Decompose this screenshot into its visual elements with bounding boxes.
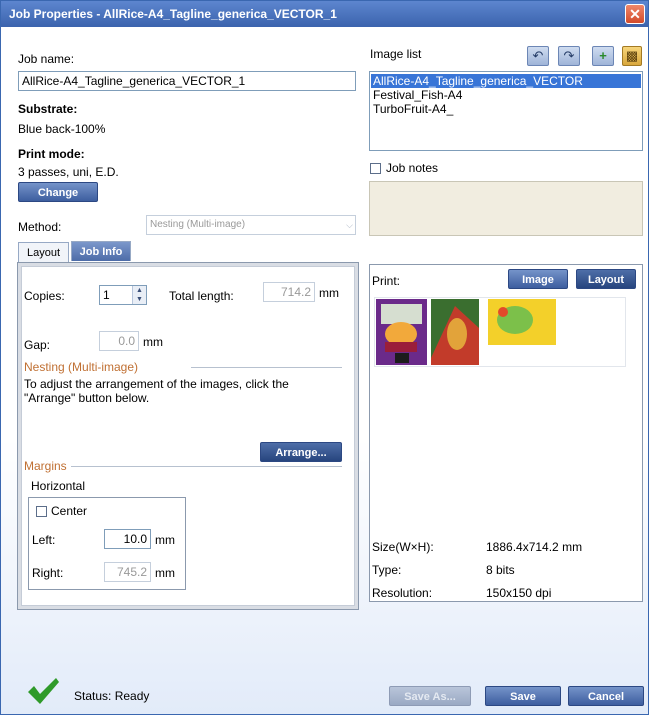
chevron-down-icon: ⌵ [346,220,353,230]
nesting-heading: Nesting (Multi-image) [24,360,139,374]
checkmark-icon [28,678,59,704]
print-mode-value: 3 passes, uni, E.D. [18,165,119,179]
left-margin-unit: mm [155,533,175,547]
image-list[interactable]: AllRice-A4_Tagline_generica_VECTOR Festi… [369,71,643,151]
method-label: Method: [18,220,62,234]
margins-divider [71,466,342,467]
size-value: 1886.4x714.2 mm [486,540,583,554]
job-notes-checkbox[interactable] [370,163,381,174]
margins-heading: Margins [24,459,67,473]
layout-view-button[interactable]: Layout [576,269,636,289]
nested-images-preview [376,299,624,365]
method-select-value: Nesting (Multi-image) [150,219,246,230]
center-label: Center [51,504,88,518]
job-name-input[interactable]: AllRice-A4_Tagline_generica_VECTOR_1 [18,71,356,91]
horizontal-label: Horizontal [31,479,86,493]
center-checkbox[interactable] [36,506,47,517]
image-list-label: Image list [370,47,422,61]
image-view-button[interactable]: Image [508,269,568,289]
layout-preview [374,297,626,367]
total-length-label: Total length: [169,289,234,303]
save-button[interactable]: Save [485,686,561,706]
title-bar: Job Properties - AllRice-A4_Tagline_gene… [1,1,648,27]
gap-field: 0.0 [99,331,139,351]
print-mode-label: Print mode: [18,147,85,161]
job-properties-window: Job Properties - AllRice-A4_Tagline_gene… [0,0,649,715]
redo-icon[interactable]: ↷ [558,46,580,66]
resolution-value: 150x150 dpi [486,586,552,600]
list-item[interactable]: TurboFruit-A4_ [371,102,641,116]
copies-spinner-icon[interactable]: ▲ ▼ [132,286,146,304]
undo-icon[interactable]: ↶ [527,46,549,66]
copies-input[interactable]: 1 ▲ ▼ [99,285,147,305]
method-select[interactable]: Nesting (Multi-image) ⌵ [146,215,356,235]
job-name-label: Job name: [18,52,75,66]
resolution-label: Resolution: [372,586,433,600]
right-margin-field: 745.2 [104,562,151,582]
substrate-label: Substrate: [18,102,78,116]
nesting-divider [191,367,342,368]
nesting-help-text: To adjust the arrangement of the images,… [24,377,289,405]
cancel-button[interactable]: Cancel [568,686,644,706]
total-length-unit: mm [319,286,339,300]
type-label: Type: [372,563,402,577]
window-title: Job Properties - AllRice-A4_Tagline_gene… [9,7,337,21]
left-margin-label: Left: [32,533,56,547]
gap-label: Gap: [24,338,51,352]
save-as-button[interactable]: Save As... [389,686,471,706]
gap-unit: mm [143,335,163,349]
copies-value: 1 [103,288,110,302]
status-text: Status: Ready [74,689,150,703]
type-value: 8 bits [486,563,515,577]
right-margin-label: Right: [32,566,64,580]
list-item[interactable]: AllRice-A4_Tagline_generica_VECTOR [371,74,641,88]
dialog-content: Job name: AllRice-A4_Tagline_generica_VE… [1,27,648,714]
close-icon[interactable]: ✕ [625,4,645,24]
total-length-field: 714.2 [263,282,315,302]
change-print-mode-button[interactable]: Change [18,182,98,202]
arrange-button[interactable]: Arrange... [260,442,342,462]
trash-icon[interactable]: ▩ [622,46,642,66]
list-item[interactable]: Festival_Fish-A4 [371,88,641,102]
left-margin-input[interactable]: 10.0 [104,529,151,549]
size-label: Size(W×H): [372,540,434,554]
right-margin-unit: mm [155,566,175,580]
substrate-value: Blue back-100% [18,122,106,136]
tab-job-info[interactable]: Job Info [71,241,131,261]
job-notes-textarea[interactable] [369,181,643,236]
print-label: Print: [372,274,401,288]
copies-label: Copies: [24,289,65,303]
job-notes-label: Job notes [386,161,439,175]
tab-layout[interactable]: Layout [18,242,69,262]
add-image-icon[interactable]: + [592,46,614,66]
